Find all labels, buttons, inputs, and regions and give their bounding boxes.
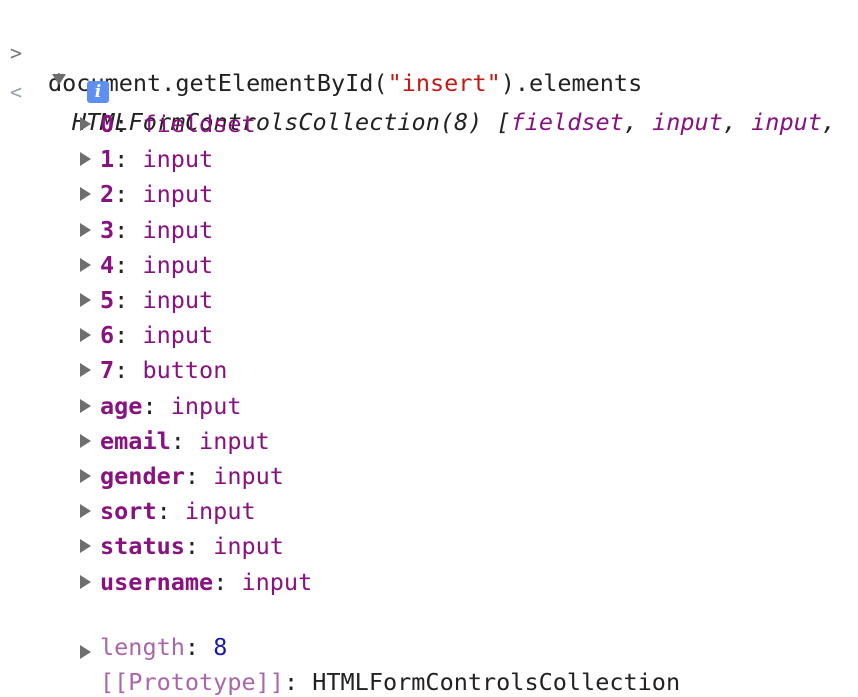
expand-caret-right-icon[interactable] [80,258,91,272]
command-suffix: ).elements [500,69,643,97]
entry-key: 6 [100,321,115,349]
entry-key: age [100,392,143,420]
entry-key: gender [100,462,185,490]
colon: : [114,251,143,279]
entry-value: input [142,251,214,279]
length-row: length: 8 [0,602,227,661]
entry-key: 5 [100,286,115,314]
expand-caret-right-icon[interactable] [80,187,91,201]
preview-item-0: fieldset [510,108,624,136]
preview-separator: , [722,108,752,136]
entry-value: input [170,392,242,420]
entry-key: 7 [100,356,115,384]
entry-key: 3 [100,216,115,244]
entry-key: 2 [100,180,115,208]
expand-caret-right-icon[interactable] [80,117,91,131]
prototype-value: HTMLFormControlsCollection [312,668,681,696]
command-text[interactable]: document.getElementById("insert").elemen… [48,68,642,98]
info-icon[interactable]: i [87,81,109,103]
colon: : [184,462,214,490]
colon: : [184,633,214,661]
expand-caret-right-icon[interactable] [80,539,91,553]
entry-value: input [213,462,284,490]
entry-key: 1 [100,145,115,173]
expand-caret-right-icon[interactable] [80,504,91,518]
entry-value: input [199,427,270,455]
entry-value: input [142,321,214,349]
entry-key: status [100,532,185,560]
entry-key: 4 [100,251,115,279]
colon: : [213,568,242,596]
entry-key: username [100,568,214,596]
entry-value: input [142,216,214,244]
entry-value: input [142,180,214,208]
length-value: 8 [213,633,228,661]
length-key: length [100,633,185,661]
prototype-caret-right-icon[interactable] [80,645,91,659]
preview-separator: , [623,108,653,136]
entry-value: input [241,568,313,596]
command-argument: "insert" [387,69,501,97]
preview-trailing-comma: , [821,108,837,136]
entry-value: input [213,532,284,560]
entry-key: 0 [100,110,115,138]
expand-caret-right-icon[interactable] [80,575,91,589]
colon: : [156,497,185,525]
prototype-key: [[Prototype]] [100,668,284,696]
expand-caret-right-icon[interactable] [80,469,91,483]
colon: : [184,532,214,560]
expand-caret-right-icon[interactable] [80,223,91,237]
prototype-row[interactable]: [[Prototype]]: HTMLFormControlsCollectio… [0,637,680,696]
result-arrow-icon: < [10,80,23,104]
expand-caret-right-icon[interactable] [80,293,91,307]
expand-caret-right-icon[interactable] [80,328,91,342]
expand-caret-right-icon[interactable] [80,434,91,448]
preview-item-1: input [652,108,723,136]
expand-caret-right-icon[interactable] [80,399,91,413]
preview-open-bracket: [ [496,108,511,136]
colon: : [114,356,143,384]
colon: : [114,321,143,349]
colon: : [114,110,143,138]
colon: : [114,180,143,208]
expand-caret-right-icon[interactable] [80,152,91,166]
entry-value: fieldset [142,110,256,138]
entry-value: button [142,356,228,384]
colon: : [142,392,171,420]
console-result-line: < HTMLFormControlsCollection(8) [fieldse… [0,47,836,136]
colon: : [114,145,143,173]
colon: : [283,668,313,696]
colon: : [114,216,143,244]
expand-caret-right-icon[interactable] [80,363,91,377]
preview-item-2: input [751,108,822,136]
entry-value: input [184,497,256,525]
entry-value: input [142,286,214,314]
console-command-line: > document.getElementById("insert").elem… [0,8,642,97]
colon: : [114,286,143,314]
entry-key: email [100,427,171,455]
colon: : [170,427,200,455]
expand-caret-down-icon[interactable] [52,74,66,85]
entry-value: input [142,145,214,173]
entry-key: sort [100,497,157,525]
